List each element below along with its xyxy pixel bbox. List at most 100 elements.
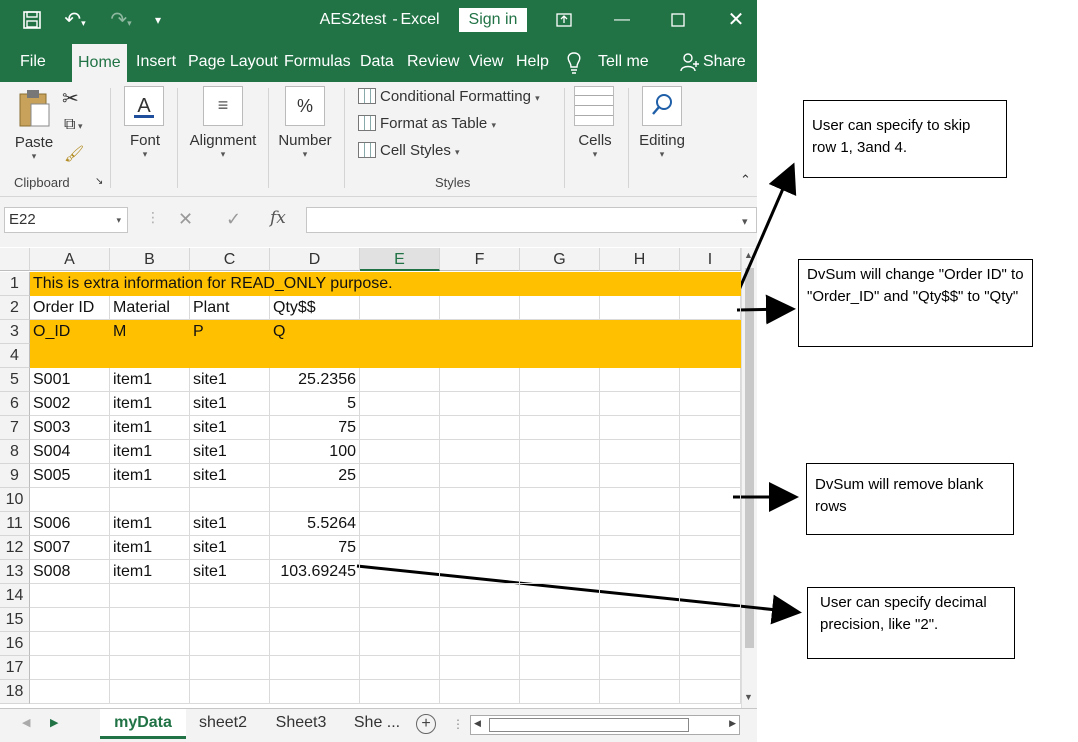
font-button[interactable]: A Font ▾ — [124, 86, 166, 160]
row-header[interactable]: 11 — [0, 512, 30, 536]
row-header[interactable]: 3 — [0, 320, 30, 344]
cell-a7[interactable]: S003 — [30, 416, 110, 440]
cell-b16[interactable] — [110, 632, 190, 656]
cell-a16[interactable] — [30, 632, 110, 656]
row-header[interactable]: 4 — [0, 344, 30, 368]
cell-g3[interactable] — [520, 320, 600, 344]
cell-e6[interactable] — [360, 392, 440, 416]
cell-c4[interactable] — [190, 344, 270, 368]
cell-d5[interactable]: 25.2356 — [270, 368, 360, 392]
cell-b11[interactable]: item1 — [110, 512, 190, 536]
cell-f1[interactable] — [440, 272, 520, 296]
cell-i16[interactable] — [680, 632, 741, 656]
cell-g13[interactable] — [520, 560, 600, 584]
save-icon[interactable] — [20, 0, 44, 40]
cell-e2[interactable] — [360, 296, 440, 320]
row-header[interactable]: 12 — [0, 536, 30, 560]
cell-e14[interactable] — [360, 584, 440, 608]
cell-c6[interactable]: site1 — [190, 392, 270, 416]
cell-a14[interactable] — [30, 584, 110, 608]
column-header-h[interactable]: H — [600, 248, 680, 271]
cell-i10[interactable] — [680, 488, 741, 512]
cell-i8[interactable] — [680, 440, 741, 464]
cell-f4[interactable] — [440, 344, 520, 368]
row-header[interactable]: 5 — [0, 368, 30, 392]
cell-h7[interactable] — [600, 416, 680, 440]
horizontal-scrollbar[interactable]: ◀ ▶ — [470, 715, 740, 735]
dialog-launcher-icon[interactable]: ↘ — [95, 176, 103, 187]
cell-f10[interactable] — [440, 488, 520, 512]
cell-g9[interactable] — [520, 464, 600, 488]
cell-i6[interactable] — [680, 392, 741, 416]
cell-h3[interactable] — [600, 320, 680, 344]
add-sheet-icon[interactable]: + — [416, 714, 436, 734]
select-all-corner[interactable] — [0, 248, 30, 271]
cell-g14[interactable] — [520, 584, 600, 608]
customize-qat-icon[interactable]: ▾ — [150, 0, 166, 40]
row-header[interactable]: 9 — [0, 464, 30, 488]
cell-h17[interactable] — [600, 656, 680, 680]
tab-help[interactable]: Help — [516, 40, 549, 82]
row-header[interactable]: 13 — [0, 560, 30, 584]
cell-c15[interactable] — [190, 608, 270, 632]
cell-i9[interactable] — [680, 464, 741, 488]
cell-e16[interactable] — [360, 632, 440, 656]
cell-b12[interactable]: item1 — [110, 536, 190, 560]
cell-h2[interactable] — [600, 296, 680, 320]
cell-g1[interactable] — [520, 272, 600, 296]
column-header-g[interactable]: G — [520, 248, 600, 271]
cell-f8[interactable] — [440, 440, 520, 464]
alignment-button[interactable]: ≡ Alignment ▾ — [186, 86, 260, 160]
cell-i14[interactable] — [680, 584, 741, 608]
column-header-i[interactable]: I — [680, 248, 741, 271]
cell-g4[interactable] — [520, 344, 600, 368]
cell-e12[interactable] — [360, 536, 440, 560]
cell-c2[interactable]: Plant — [190, 296, 270, 320]
editing-button[interactable]: Editing ▾ — [636, 86, 688, 160]
row-header[interactable]: 15 — [0, 608, 30, 632]
cell-i13[interactable] — [680, 560, 741, 584]
cell-g11[interactable] — [520, 512, 600, 536]
cell-e10[interactable] — [360, 488, 440, 512]
undo-icon[interactable]: ↶▾ — [58, 0, 92, 40]
cell-d3[interactable]: Q — [270, 320, 360, 344]
tab-page-layout[interactable]: Page Layout — [188, 40, 278, 82]
hscroll-thumb[interactable] — [489, 718, 689, 732]
tab-insert[interactable]: Insert — [136, 40, 176, 82]
cell-e4[interactable] — [360, 344, 440, 368]
cell-b4[interactable] — [110, 344, 190, 368]
tell-me-search[interactable]: Tell me — [598, 40, 649, 82]
cell-g7[interactable] — [520, 416, 600, 440]
cell-g2[interactable] — [520, 296, 600, 320]
cell-c18[interactable] — [190, 680, 270, 704]
cell-i18[interactable] — [680, 680, 741, 704]
row-header[interactable]: 17 — [0, 656, 30, 680]
cell-a11[interactable]: S006 — [30, 512, 110, 536]
cell-b18[interactable] — [110, 680, 190, 704]
cell-styles-button[interactable]: Cell Styles ▾ — [358, 142, 460, 159]
cell-c5[interactable]: site1 — [190, 368, 270, 392]
redo-icon[interactable]: ↷▾ — [104, 0, 138, 40]
cell-a13[interactable]: S008 — [30, 560, 110, 584]
cell-f6[interactable] — [440, 392, 520, 416]
cell-b7[interactable]: item1 — [110, 416, 190, 440]
cell-c16[interactable] — [190, 632, 270, 656]
cell-f16[interactable] — [440, 632, 520, 656]
cell-h1[interactable] — [600, 272, 680, 296]
column-header-e[interactable]: E — [360, 248, 440, 271]
sheet-tab-sheet3[interactable]: Sheet3 — [262, 709, 340, 739]
row-header[interactable]: 18 — [0, 680, 30, 704]
cell-i5[interactable] — [680, 368, 741, 392]
cell-f15[interactable] — [440, 608, 520, 632]
cell-i12[interactable] — [680, 536, 741, 560]
conditional-formatting-button[interactable]: Conditional Formatting ▾ — [358, 88, 540, 105]
cell-i7[interactable] — [680, 416, 741, 440]
cell-b6[interactable]: item1 — [110, 392, 190, 416]
cell-f2[interactable] — [440, 296, 520, 320]
cell-f18[interactable] — [440, 680, 520, 704]
cell-h6[interactable] — [600, 392, 680, 416]
collapse-ribbon-icon[interactable]: ⌃ — [740, 172, 751, 188]
column-header-d[interactable]: D — [270, 248, 360, 271]
hscroll-right-icon[interactable]: ▶ — [729, 718, 736, 729]
cell-g6[interactable] — [520, 392, 600, 416]
